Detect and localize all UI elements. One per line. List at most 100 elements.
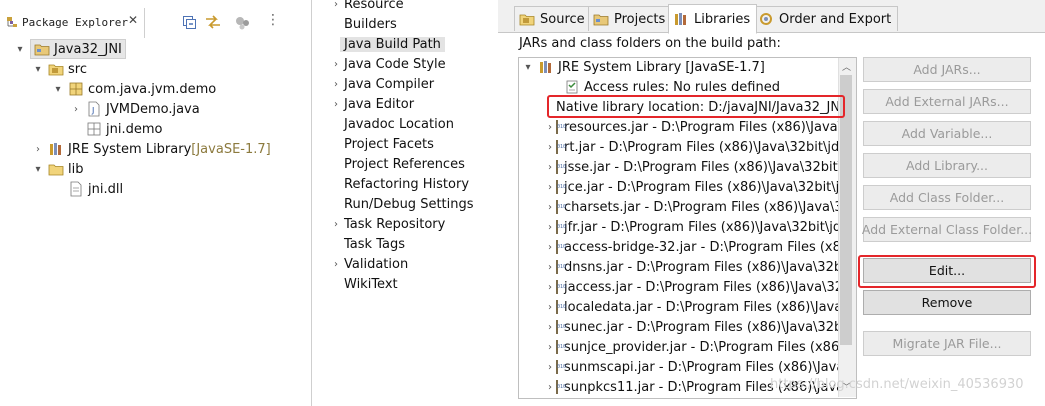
- library-tree-item-label: dnsns.jar - D:\Program Files (x86)\Java\…: [564, 259, 838, 275]
- remove-button[interactable]: Remove: [863, 290, 1031, 315]
- chevron-right-icon[interactable]: ›: [548, 282, 552, 293]
- category-java-code-style[interactable]: › Java Code Style: [330, 54, 446, 74]
- library-tree-item[interactable]: › resources.jar - D:\Program Files (x86)\…: [548, 117, 838, 137]
- migrate-jar-file-button[interactable]: Migrate JAR File...: [863, 331, 1031, 356]
- library-tree-item[interactable]: › sunec.jar - D:\Program Files (x86)\Java…: [548, 317, 838, 337]
- chevron-right-icon[interactable]: ›: [548, 262, 552, 273]
- collapse-all-icon[interactable]: [182, 15, 198, 31]
- jar-icon: [556, 220, 566, 234]
- library-tree-item[interactable]: › localedata.jar - D:\Program Files (x86)…: [548, 297, 838, 317]
- category-run-debug-settings[interactable]: Run/Debug Settings: [330, 194, 474, 214]
- chevron-right-icon[interactable]: ›: [548, 362, 552, 373]
- jar-icon: [556, 260, 566, 274]
- category-java-build-path[interactable]: Java Build Path: [330, 34, 445, 54]
- library-tree-item[interactable]: › sunjce_provider.jar - D:\Program Files …: [548, 337, 838, 357]
- tree-item-label: src: [68, 61, 87, 77]
- tree-item-jre-library[interactable]: › JRE System Library [JavaSE-1.7]: [32, 139, 271, 159]
- scroll-up-icon[interactable]: ︿: [842, 60, 851, 73]
- chevron-down-icon[interactable]: ▾: [522, 62, 534, 73]
- tree-item-dll[interactable]: jni.dll: [52, 179, 123, 199]
- chevron-right-icon[interactable]: ›: [548, 382, 552, 393]
- tab-order-and-export[interactable]: Order and Export: [753, 6, 899, 31]
- chevron-right-icon[interactable]: ›: [70, 104, 82, 115]
- category-validation[interactable]: › Validation: [330, 254, 408, 274]
- category-project-facets[interactable]: Project Facets: [330, 134, 434, 154]
- add-jars-button[interactable]: Add JARs...: [863, 57, 1031, 82]
- tab-projects[interactable]: Projects: [588, 6, 673, 31]
- tree-item-project[interactable]: ▾ Java32_JNI: [14, 39, 126, 59]
- chevron-right-icon[interactable]: ›: [548, 142, 552, 153]
- tab-libraries[interactable]: Libraries: [668, 4, 758, 34]
- tree-item-src[interactable]: ▾ src: [32, 59, 87, 79]
- link-with-editor-icon[interactable]: [204, 13, 222, 31]
- jar-icon: [556, 340, 566, 354]
- chevron-right-icon[interactable]: ›: [330, 0, 342, 10]
- view-menu-icon[interactable]: ⋮: [266, 12, 280, 28]
- library-tree-item[interactable]: › rt.jar - D:\Program Files (x86)\Java\32…: [548, 137, 838, 157]
- library-tree-item[interactable]: › sunmscapi.jar - D:\Program Files (x86)\…: [548, 357, 838, 377]
- tree-item-lib[interactable]: ▾ lib: [32, 159, 83, 179]
- category-refactoring-history[interactable]: Refactoring History: [330, 174, 469, 194]
- category-project-references[interactable]: Project References: [330, 154, 465, 174]
- chevron-right-icon[interactable]: ›: [330, 219, 342, 230]
- chevron-right-icon[interactable]: ›: [548, 182, 552, 193]
- add-class-folder-button[interactable]: Add Class Folder...: [863, 185, 1031, 210]
- library-tree-item[interactable]: › jce.jar - D:\Program Files (x86)\Java\3…: [548, 177, 838, 197]
- category-task-tags[interactable]: Task Tags: [330, 234, 405, 254]
- library-tree-item[interactable]: Access rules: No rules defined: [548, 77, 838, 97]
- highlight-native-library: [547, 95, 845, 118]
- chevron-down-icon[interactable]: ▾: [14, 44, 26, 55]
- chevron-down-icon[interactable]: ▾: [32, 164, 44, 175]
- chevron-right-icon[interactable]: ›: [330, 259, 342, 270]
- category-label: Project Facets: [344, 136, 434, 152]
- chevron-right-icon[interactable]: ›: [330, 99, 342, 110]
- chevron-right-icon[interactable]: ›: [548, 322, 552, 333]
- chevron-right-icon[interactable]: ›: [330, 79, 342, 90]
- category-task-repository[interactable]: › Task Repository: [330, 214, 445, 234]
- library-tree-item-label: rt.jar - D:\Program Files (x86)\Java\32b…: [564, 139, 838, 155]
- tree-item-java-file[interactable]: › J JVMDemo.java: [70, 99, 200, 119]
- chevron-right-icon[interactable]: ›: [548, 162, 552, 173]
- chevron-right-icon[interactable]: ›: [330, 59, 342, 70]
- library-tree-item[interactable]: › charsets.jar - D:\Program Files (x86)\J…: [548, 197, 838, 217]
- chevron-right-icon[interactable]: ›: [548, 242, 552, 253]
- category-java-compiler[interactable]: › Java Compiler: [330, 74, 434, 94]
- add-variable-button[interactable]: Add Variable...: [863, 121, 1031, 146]
- category-label: Javadoc Location: [344, 116, 454, 132]
- category-wikitext[interactable]: WikiText: [330, 274, 398, 294]
- tab-source[interactable]: Source: [514, 6, 592, 31]
- library-tree-item[interactable]: › jaccess.jar - D:\Program Files (x86)\Ja…: [548, 277, 838, 297]
- chevron-right-icon[interactable]: ›: [548, 302, 552, 313]
- svg-text:J: J: [91, 106, 94, 115]
- library-tree-item[interactable]: › jfr.jar - D:\Program Files (x86)\Java\3…: [548, 217, 838, 237]
- chevron-right-icon[interactable]: ›: [548, 202, 552, 213]
- category-builders[interactable]: Builders: [330, 14, 397, 34]
- add-external-jars-button[interactable]: Add External JARs...: [863, 89, 1031, 114]
- jar-icon: [556, 180, 566, 194]
- library-tree-item-label: Access rules: No rules defined: [584, 79, 780, 95]
- tab-label: Order and Export: [779, 11, 892, 27]
- tree-item-package-2[interactable]: jni.demo: [70, 119, 162, 139]
- category-resource[interactable]: › Resource: [330, 0, 404, 14]
- category-javadoc-location[interactable]: Javadoc Location: [330, 114, 454, 134]
- chevron-right-icon[interactable]: ›: [548, 222, 552, 233]
- chevron-down-icon[interactable]: ▾: [32, 64, 44, 75]
- category-java-editor[interactable]: › Java Editor: [330, 94, 414, 114]
- chevron-down-icon[interactable]: ▾: [52, 84, 64, 95]
- folder-icon: [48, 164, 64, 176]
- library-tree-item[interactable]: › jsse.jar - D:\Program Files (x86)\Java\…: [548, 157, 838, 177]
- library-tree-item[interactable]: › dnsns.jar - D:\Program Files (x86)\Java…: [548, 257, 838, 277]
- library-tree-item[interactable]: › access-bridge-32.jar - D:\Program Files…: [548, 237, 838, 257]
- chevron-right-icon[interactable]: ›: [548, 122, 552, 133]
- tree-item-package[interactable]: ▾ com.java.jvm.demo: [52, 79, 216, 99]
- jar-icon: [556, 320, 566, 334]
- chevron-right-icon[interactable]: ›: [548, 342, 552, 353]
- library-tree-item[interactable]: ▾ JRE System Library [JavaSE-1.7]: [522, 57, 838, 77]
- category-label: Builders: [344, 16, 397, 32]
- jar-icon: [556, 380, 566, 394]
- add-library-button[interactable]: Add Library...: [863, 153, 1031, 178]
- focus-icon[interactable]: [235, 15, 251, 31]
- close-icon[interactable]: ✕: [128, 13, 138, 27]
- chevron-right-icon[interactable]: ›: [32, 144, 44, 155]
- add-external-class-folder-button[interactable]: Add External Class Folder...: [862, 217, 1032, 242]
